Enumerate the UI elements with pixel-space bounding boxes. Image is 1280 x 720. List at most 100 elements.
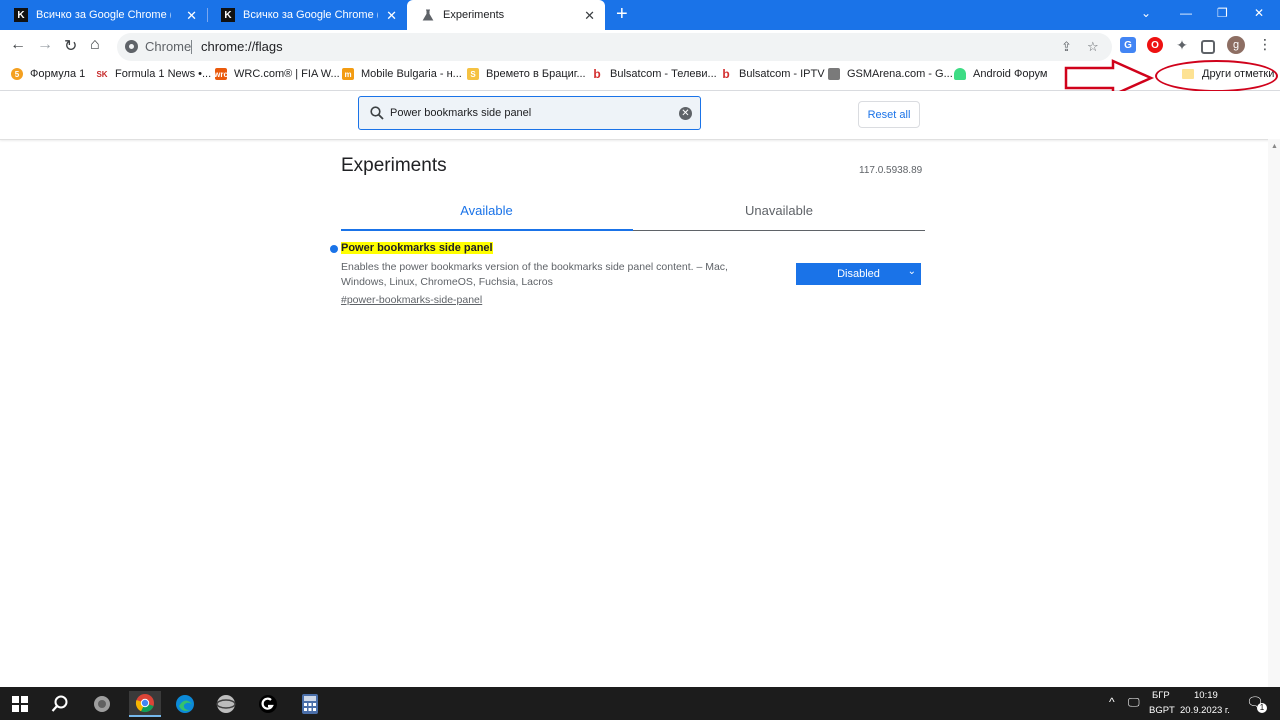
minimize-icon[interactable]: — [1180, 6, 1192, 20]
bookmark-label: Mobile Bulgaria - н... [361, 68, 462, 80]
flags-header: ✕ Reset all [0, 91, 1280, 140]
modified-indicator-icon [330, 245, 338, 253]
home-icon[interactable]: ⌂ [90, 36, 100, 54]
omnibox-divider [191, 40, 192, 54]
page-title: Experiments [341, 155, 447, 176]
omnibox-chip: Chrome [145, 39, 192, 54]
search-box[interactable]: ✕ [358, 96, 701, 130]
extensions-icon[interactable]: ✦ [1174, 37, 1190, 53]
bookmark-label: Bulsatcom - Телеви... [610, 68, 717, 80]
maximize-icon[interactable]: ❐ [1217, 6, 1228, 20]
tab-title: Всичко за Google Chrome (обе... [243, 9, 378, 21]
search-icon [370, 106, 384, 120]
title-bar: K Всичко за Google Chrome (обе... ✕ K Вс… [0, 0, 1280, 30]
close-tab-icon[interactable]: ✕ [584, 8, 595, 24]
tab-2[interactable]: K Всичко за Google Chrome (обе... ✕ [207, 0, 407, 30]
close-tab-icon[interactable]: ✕ [386, 8, 397, 24]
select-value: Disabled [837, 268, 880, 280]
globe-app-icon[interactable] [213, 691, 239, 717]
bookmark-star-icon[interactable]: ☆ [1087, 39, 1099, 55]
language-indicator[interactable]: БГР [1152, 690, 1170, 701]
bookmark-favicon-icon: 5 [11, 68, 23, 80]
chrome-icon [125, 40, 138, 53]
bookmark-label: Формула 1 [30, 68, 86, 80]
scrollbar[interactable]: ▲ [1268, 139, 1280, 687]
bookmark-favicon-icon [828, 68, 840, 80]
menu-icon[interactable]: ⋮ [1258, 36, 1272, 53]
bookmark-favicon-icon: S [467, 68, 479, 80]
translate-icon[interactable]: G [1120, 37, 1136, 53]
bookmark-label: GSMArena.com - G... [847, 68, 953, 80]
reload-icon[interactable]: ↻ [64, 36, 77, 56]
logitech-icon[interactable] [255, 691, 281, 717]
bookmark-label: Formula 1 News •... [115, 68, 212, 80]
chrome-taskbar-icon[interactable] [129, 691, 161, 717]
bookmark-favicon-icon: wrc [214, 68, 228, 80]
new-tab-icon[interactable]: + [616, 3, 628, 26]
bookmark-item[interactable]: m Mobile Bulgaria - н... [342, 68, 462, 80]
reset-all-button[interactable]: Reset all [858, 101, 920, 128]
bookmark-item[interactable]: S Времето в Брациг... [467, 68, 586, 80]
clock-date[interactable]: 20.9.2023 г. [1180, 705, 1230, 716]
experiment-link[interactable]: #power-bookmarks-side-panel [341, 294, 482, 306]
bookmark-label: Android Форум [973, 68, 1048, 80]
experiment-name: Power bookmarks side panel [341, 242, 493, 254]
tab-active-indicator [341, 229, 633, 231]
tab-favicon: K [221, 8, 235, 22]
windows-start-icon[interactable] [7, 691, 33, 717]
avatar[interactable]: g [1227, 36, 1245, 54]
flask-icon [421, 8, 435, 22]
bookmark-label: Времето в Брациг... [486, 68, 586, 80]
bookmark-item[interactable]: 5 Формула 1 [11, 68, 85, 80]
taskbar: ^ 🖵 БГР BGPT 10:19 20.9.2023 г. 🗨 1 [0, 687, 1280, 720]
clock-time[interactable]: 10:19 [1194, 690, 1218, 701]
close-tab-icon[interactable]: ✕ [186, 8, 197, 24]
chevron-down-icon: ⌄ [907, 266, 916, 277]
maps-app-icon[interactable] [89, 691, 115, 717]
bookmark-item[interactable]: b Bulsatcom - Телеви... [591, 67, 717, 81]
toolbar: ← → ↻ ⌂ Chrome chrome://flags ⇪ ☆ G O ✦ … [0, 30, 1280, 62]
edge-icon[interactable] [172, 691, 198, 717]
back-icon[interactable]: ← [10, 36, 26, 54]
tab-title: Всичко за Google Chrome (обе... [36, 9, 171, 21]
keyboard-layout-indicator[interactable]: BGPT [1149, 705, 1175, 716]
opera-icon[interactable]: O [1147, 37, 1163, 53]
share-icon[interactable]: ⇪ [1061, 39, 1072, 55]
tab-1[interactable]: K Всичко за Google Chrome (обе... ✕ [0, 0, 207, 30]
tab-available[interactable]: Available [341, 203, 632, 218]
bookmark-favicon-icon: b [593, 67, 601, 81]
tray-chevron-up-icon[interactable]: ^ [1109, 695, 1115, 709]
network-icon[interactable]: 🖵 [1128, 695, 1140, 710]
version-label: 117.0.5938.89 [859, 165, 923, 176]
address-bar[interactable]: Chrome chrome://flags ⇪ ☆ [117, 33, 1112, 61]
bookmark-item[interactable]: SK Formula 1 News •... [96, 68, 211, 80]
bookmark-item[interactable]: b Bulsatcom - IPTV [720, 67, 825, 81]
experiment-description: Enables the power bookmarks version of t… [341, 261, 728, 288]
bookmark-item[interactable]: GSMArena.com - G... [828, 68, 953, 80]
annotation-ellipse [1155, 60, 1278, 92]
search-icon[interactable] [47, 691, 73, 717]
bookmark-favicon-icon: b [722, 67, 730, 81]
bookmark-favicon-icon: SK [96, 69, 108, 79]
tab-favicon: K [14, 8, 28, 22]
android-icon [954, 68, 966, 80]
bookmark-item[interactable]: wrc WRC.com® | FIA W... [214, 68, 340, 80]
scroll-up-icon[interactable]: ▲ [1271, 143, 1278, 150]
tab-unavailable[interactable]: Unavailable [633, 203, 925, 218]
search-input[interactable] [390, 107, 670, 119]
bookmark-item[interactable]: Android Форум [954, 68, 1047, 80]
tab-search-chevron-icon[interactable]: ⌄ [1141, 6, 1151, 20]
bookmark-favicon-icon: m [342, 68, 354, 80]
notification-count-badge: 1 [1257, 703, 1267, 713]
experiment-state-select[interactable]: Disabled ⌄ [796, 263, 921, 285]
tab-title: Experiments [443, 9, 505, 21]
side-panel-icon[interactable] [1201, 40, 1215, 54]
tab-experiments[interactable]: Experiments ✕ [407, 0, 605, 30]
forward-icon[interactable]: → [37, 36, 53, 54]
clear-search-icon[interactable]: ✕ [679, 107, 692, 120]
omnibox-url[interactable]: chrome://flags [201, 39, 283, 54]
bookmark-label: Bulsatcom - IPTV [739, 68, 825, 80]
bookmark-label: WRC.com® | FIA W... [234, 68, 340, 80]
close-window-icon[interactable]: ✕ [1254, 6, 1264, 20]
calculator-icon[interactable] [297, 691, 323, 717]
